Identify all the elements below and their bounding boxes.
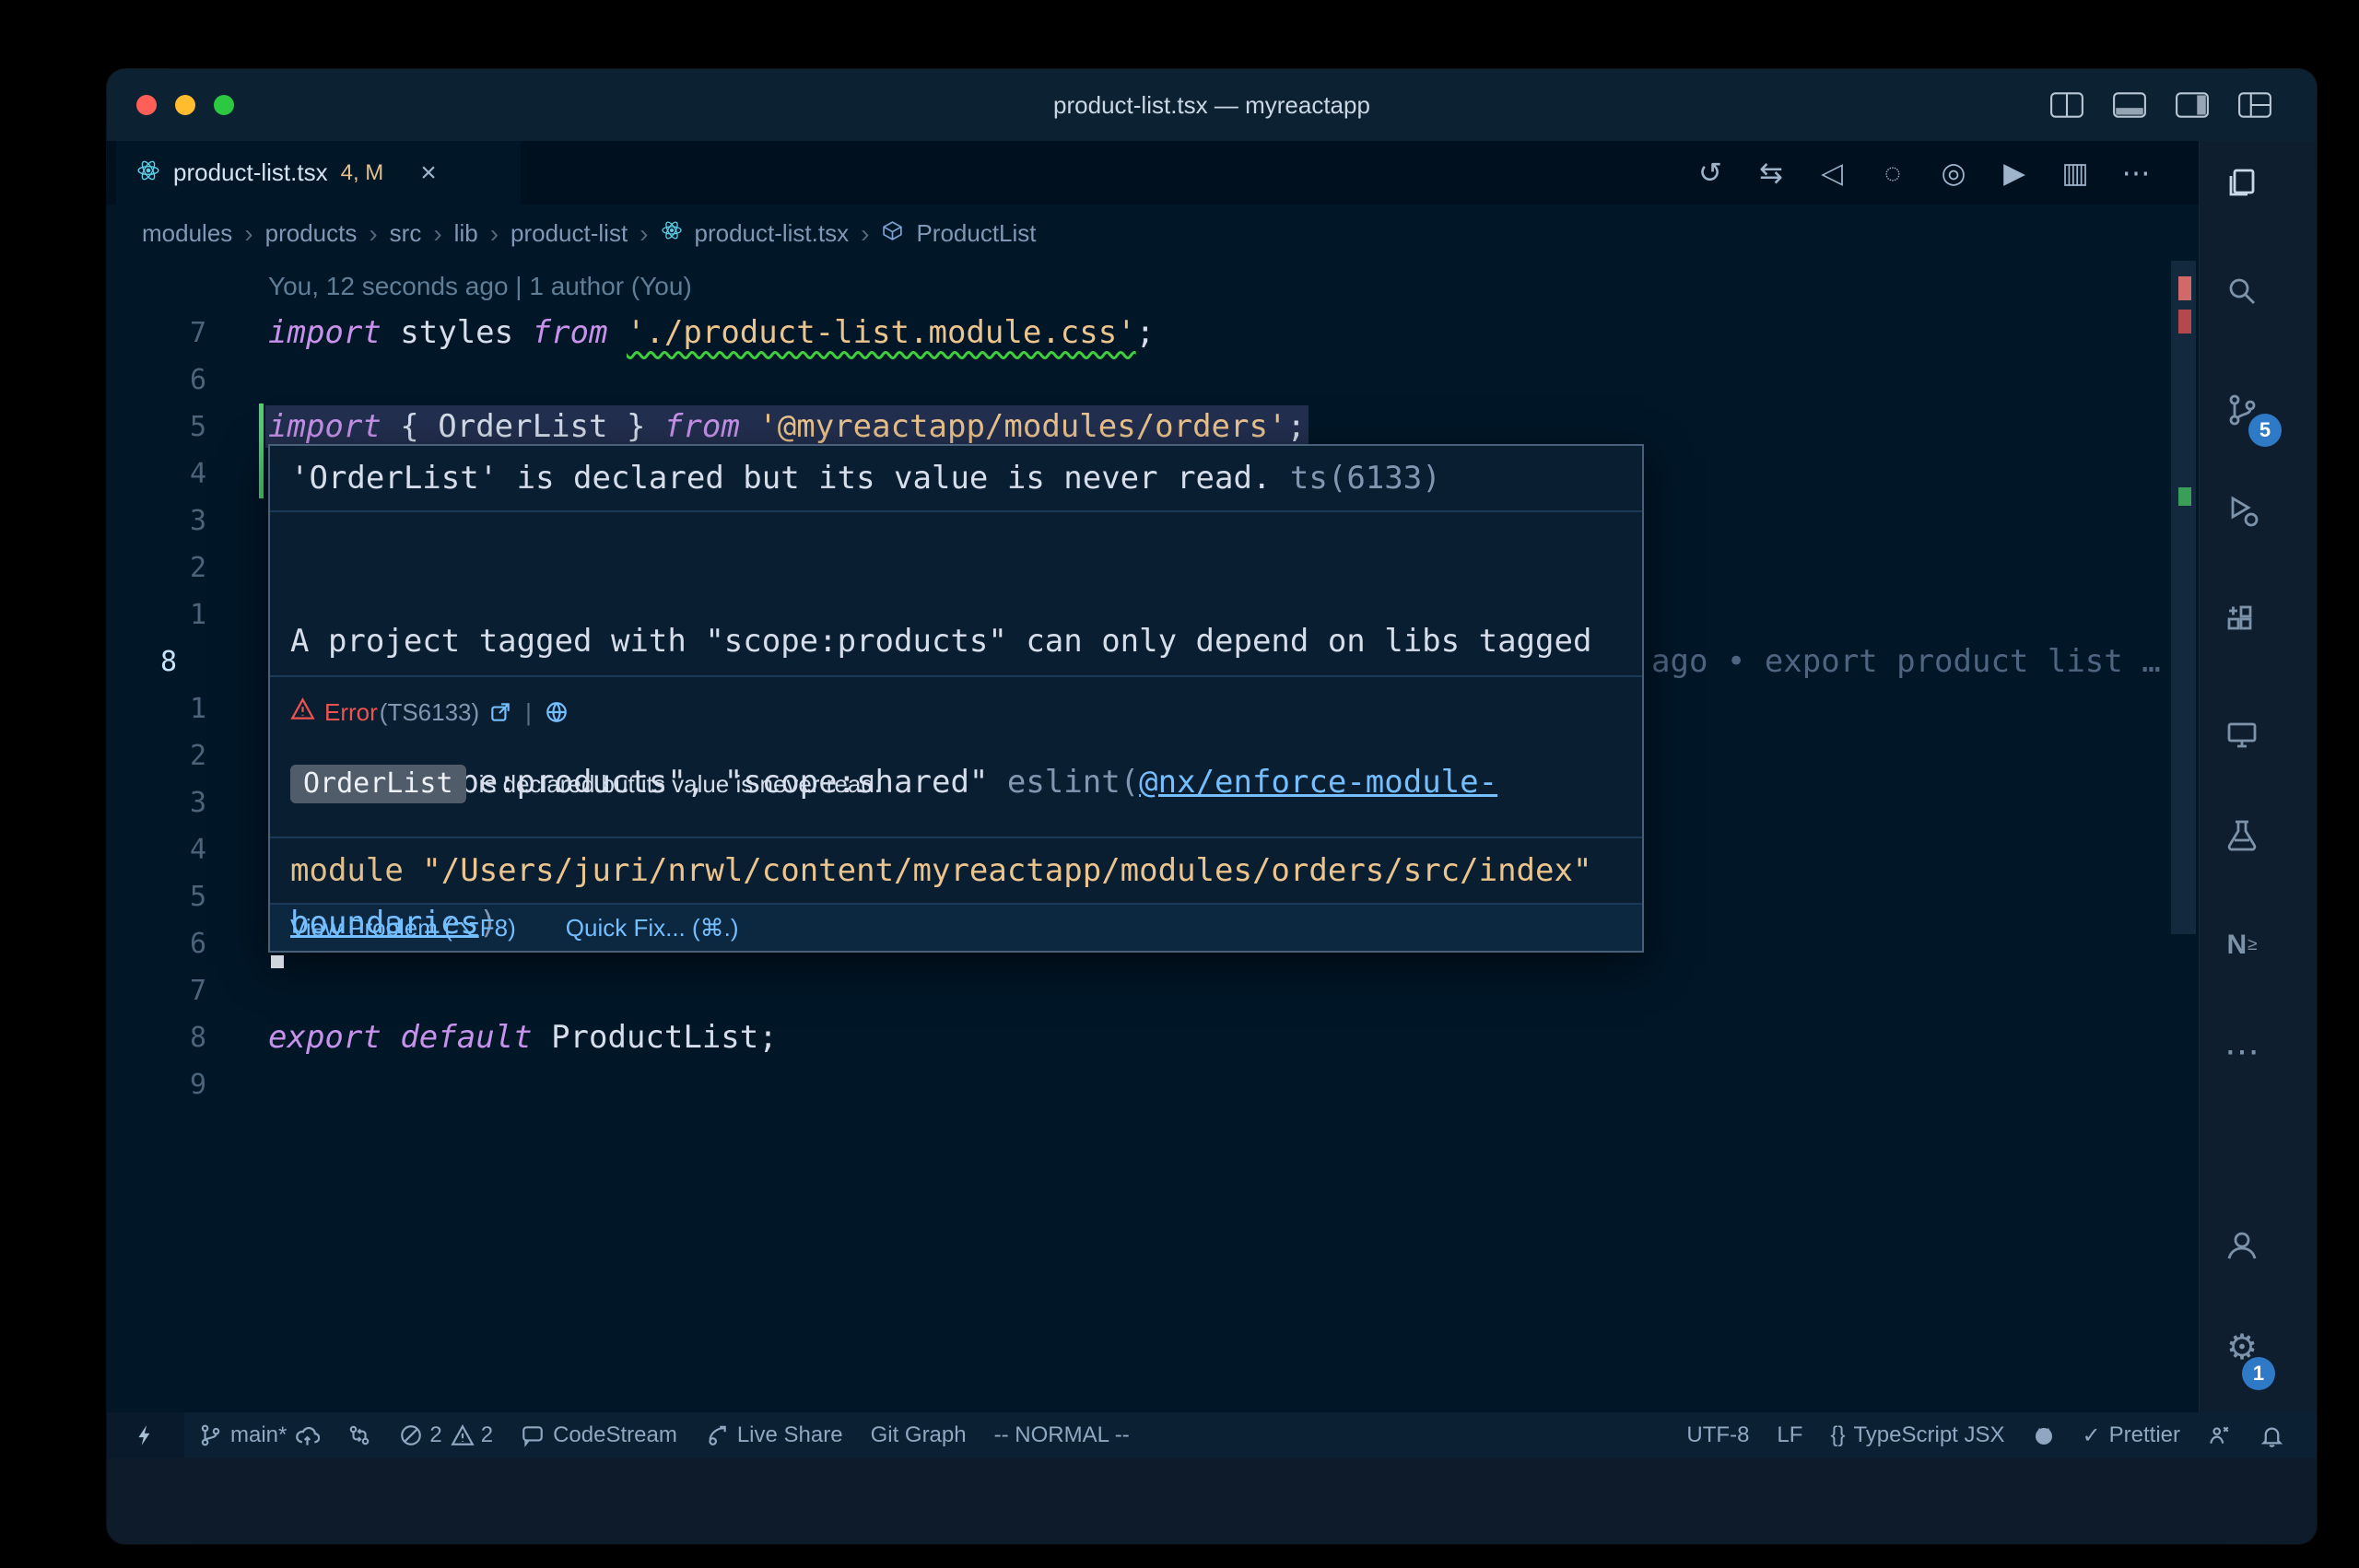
line-number[interactable]: 6 xyxy=(107,357,206,404)
overview-git-mark xyxy=(2178,487,2191,506)
github-status[interactable] xyxy=(2019,1412,2069,1458)
share-icon xyxy=(705,1423,729,1447)
feedback-status[interactable] xyxy=(2194,1412,2246,1458)
eslint-rule-link[interactable]: @nx/enforce-module- xyxy=(1139,764,1497,801)
quick-fix-link[interactable]: Quick Fix... (⌘.) xyxy=(566,914,739,942)
line-number[interactable]: 2 xyxy=(107,732,206,779)
overview-error-mark xyxy=(2178,276,2191,300)
line-number[interactable]: 4 xyxy=(107,451,206,497)
view-problem-link[interactable]: View Problem (⌥F8) xyxy=(290,914,516,942)
debug-icon[interactable] xyxy=(2224,492,2260,529)
cloud-upload-icon xyxy=(295,1423,320,1448)
line-number[interactable]: 1 xyxy=(107,591,206,638)
sidebar-right-layout-icon[interactable] xyxy=(2175,91,2210,119)
github-icon xyxy=(2033,1424,2055,1446)
extensions-icon[interactable] xyxy=(2224,602,2260,638)
git-compare-status[interactable] xyxy=(334,1412,385,1458)
globe-icon[interactable] xyxy=(545,700,569,724)
overview-error-mark xyxy=(2178,310,2191,333)
hover-diagnostics-popup: 'OrderList' is declared but its value is… xyxy=(268,444,1644,953)
status-bar-right: UTF-8 LF {} TypeScript JSX ✓ Prettier xyxy=(1672,1412,2317,1458)
remote-indicator[interactable] xyxy=(107,1412,184,1458)
test-beaker-icon[interactable] xyxy=(2224,816,2260,853)
source-control-badge: 5 xyxy=(2248,414,2282,447)
warning-triangle-icon xyxy=(290,696,315,728)
line-number[interactable]: 3 xyxy=(107,497,206,544)
line-number[interactable]: 3 xyxy=(107,779,206,826)
codestream-status[interactable]: CodeStream xyxy=(507,1412,691,1458)
search-icon[interactable] xyxy=(2224,273,2260,310)
line-number[interactable]: 5 xyxy=(107,873,206,920)
layout-grid-icon[interactable] xyxy=(2237,91,2272,119)
live-share-status[interactable]: Live Share xyxy=(691,1412,857,1458)
check-icon: ✓ xyxy=(2083,1422,2101,1449)
error-code: (TS6133) xyxy=(380,698,479,727)
account-icon[interactable] xyxy=(2224,1227,2260,1264)
problems-status[interactable]: 2 2 xyxy=(385,1412,507,1458)
window-bottom-filler xyxy=(107,1458,2317,1544)
eol-status[interactable]: LF xyxy=(1763,1412,1816,1458)
git-graph-status[interactable]: Git Graph xyxy=(857,1412,980,1458)
line-number[interactable]: 4 xyxy=(107,826,206,873)
editor-region: product-list.tsx 4, M × ↺ ⇆ ◁ ◌ ◎ ▶ ▥ ⋯ … xyxy=(107,141,2199,1412)
line-number[interactable]: 2 xyxy=(107,544,206,591)
error-detail-section: Error (TS6133) | OrderList is declared b… xyxy=(270,675,1642,837)
git-compare-icon xyxy=(347,1423,371,1447)
minimize-window-button[interactable] xyxy=(175,95,195,115)
line-number[interactable]: 7 xyxy=(107,967,206,1014)
git-branch-icon xyxy=(198,1423,222,1447)
split-editor-layout-icon[interactable] xyxy=(2049,91,2084,119)
warning-triangle-icon xyxy=(451,1423,475,1447)
activity-bar: 5 N≥ ⋯ ⚙ 1 xyxy=(2199,141,2317,1412)
external-link-icon[interactable] xyxy=(488,700,512,724)
explorer-copy-icon[interactable] xyxy=(2224,165,2260,202)
identifier-badge: OrderList xyxy=(290,765,466,803)
code-line-import-styles[interactable]: import styles from './product-list.modul… xyxy=(107,310,2153,357)
remote-explorer-icon[interactable] xyxy=(2224,717,2260,754)
popup-resize-handle[interactable] xyxy=(271,955,284,968)
line-number[interactable]: 1 xyxy=(107,685,206,732)
language-status[interactable]: {} TypeScript JSX xyxy=(1816,1412,2018,1458)
panel-layout-icon[interactable] xyxy=(2112,91,2147,119)
module-path-section: module "/Users/juri/nrwl/content/myreact… xyxy=(270,837,1642,903)
gitlens-inline-blame: ago • export product list … xyxy=(1651,638,2161,685)
titlebar: product-list.tsx — myreactapp xyxy=(107,69,2317,141)
line-number[interactable]: 9 xyxy=(107,1061,206,1108)
error-label: Error xyxy=(324,698,378,727)
status-bar: main* 2 2 CodeStream Live Share Git Grap… xyxy=(107,1412,2317,1458)
blame-lens-row[interactable]: You, 12 seconds ago | 1 author (You) xyxy=(107,263,2153,310)
window-title: product-list.tsx — myreactapp xyxy=(107,69,2317,141)
vscode-window: product-list.tsx — myreactapp product-li… xyxy=(107,69,2317,1544)
settings-badge: 1 xyxy=(2242,1357,2275,1390)
nx-console-icon[interactable]: N≥ xyxy=(2224,927,2260,964)
error-description: is declared but its value is never read. xyxy=(479,770,881,799)
braces-icon: {} xyxy=(1830,1422,1845,1448)
vim-mode-status[interactable]: -- NORMAL -- xyxy=(980,1412,1144,1458)
notifications-status[interactable] xyxy=(2246,1412,2298,1458)
error-circle-icon xyxy=(399,1423,423,1447)
encoding-status[interactable]: UTF-8 xyxy=(1672,1412,1763,1458)
comment-bubble-icon xyxy=(521,1423,545,1447)
zoom-window-button[interactable] xyxy=(214,95,234,115)
line-number[interactable]: 6 xyxy=(107,920,206,967)
gitlens-annotation[interactable]: You, 12 seconds ago | 1 author (You) xyxy=(268,263,692,310)
ts-diagnostic-summary: 'OrderList' is declared but its value is… xyxy=(270,446,1642,510)
branch-status[interactable]: main* xyxy=(184,1412,334,1458)
prettier-status[interactable]: ✓ Prettier xyxy=(2069,1412,2194,1458)
close-window-button[interactable] xyxy=(136,95,157,115)
bell-icon xyxy=(2259,1423,2284,1448)
feedback-person-icon xyxy=(2208,1423,2232,1447)
more-views-icon[interactable]: ⋯ xyxy=(2224,1034,2260,1071)
ts-error-code: ts(6133) xyxy=(1290,455,1441,502)
eslint-rule-message: A project tagged with "scope:products" c… xyxy=(270,510,1642,675)
scrollbar-slider[interactable] xyxy=(2171,261,2196,934)
